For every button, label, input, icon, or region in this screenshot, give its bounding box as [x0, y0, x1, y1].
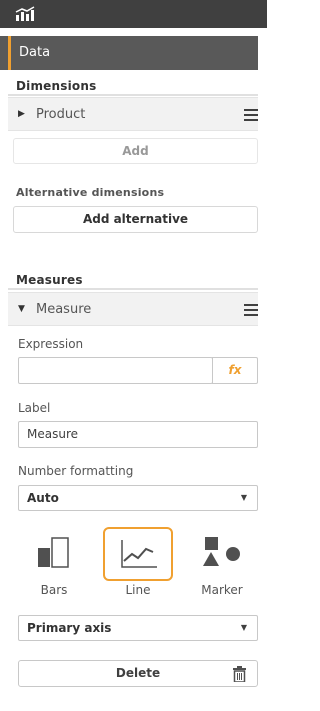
measure-item-label: Measure: [36, 302, 92, 317]
expression-input[interactable]: [18, 357, 213, 384]
number-formatting-value: Auto: [27, 491, 59, 505]
chart-type-marker-option[interactable]: [187, 527, 257, 581]
delete-measure-button[interactable]: Delete: [18, 660, 258, 687]
alternative-dimensions-title: Alternative dimensions: [16, 186, 165, 199]
marker-icon: [203, 537, 240, 566]
measure-item[interactable]: ▼ Measure: [8, 292, 258, 326]
expression-label: Expression: [18, 337, 84, 351]
dimensions-title: Dimensions: [16, 79, 97, 93]
label-input[interactable]: Measure: [18, 421, 258, 448]
collapse-caret-icon[interactable]: ▼: [18, 304, 25, 314]
top-bar: [0, 0, 267, 28]
delete-button-label: Delete: [115, 666, 161, 680]
number-formatting-label: Number formatting: [18, 464, 134, 478]
drag-handle-icon[interactable]: [244, 304, 258, 319]
dimension-item-label: Product: [36, 107, 86, 122]
chart-type-bars-label: Bars: [40, 583, 68, 597]
chart-type-marker-label: Marker: [201, 583, 243, 597]
dimensions-divider: [8, 94, 258, 96]
label-field-label: Label: [18, 401, 51, 415]
axis-select[interactable]: Primary axis ▼: [18, 615, 258, 641]
chevron-down-icon: ▼: [240, 623, 247, 632]
panel-title: Data: [19, 45, 51, 60]
trash-icon: [233, 666, 246, 682]
chart-type-bars-option[interactable]: [19, 527, 89, 581]
measures-title: Measures: [16, 273, 83, 287]
chevron-down-icon: ▼: [240, 493, 247, 502]
panel-accent-bar: [8, 36, 11, 70]
bars-icon: [38, 537, 69, 568]
expand-caret-icon[interactable]: ▶: [18, 109, 25, 119]
number-formatting-select[interactable]: Auto ▼: [18, 485, 258, 511]
chart-type-line-option[interactable]: [103, 527, 173, 581]
line-icon: [121, 540, 157, 568]
add-dimension-button[interactable]: Add: [13, 138, 258, 164]
data-panel-header[interactable]: Data: [0, 36, 258, 70]
drag-handle-icon[interactable]: [244, 109, 258, 124]
add-alternative-button[interactable]: Add alternative: [13, 206, 258, 233]
chart-combo-icon[interactable]: [15, 6, 35, 22]
chart-type-line-label: Line: [125, 583, 151, 597]
expression-editor-button[interactable]: fx: [212, 357, 258, 384]
measures-divider: [8, 288, 258, 290]
dimension-item-product[interactable]: ▶ Product: [8, 97, 258, 131]
axis-value: Primary axis: [27, 621, 112, 635]
